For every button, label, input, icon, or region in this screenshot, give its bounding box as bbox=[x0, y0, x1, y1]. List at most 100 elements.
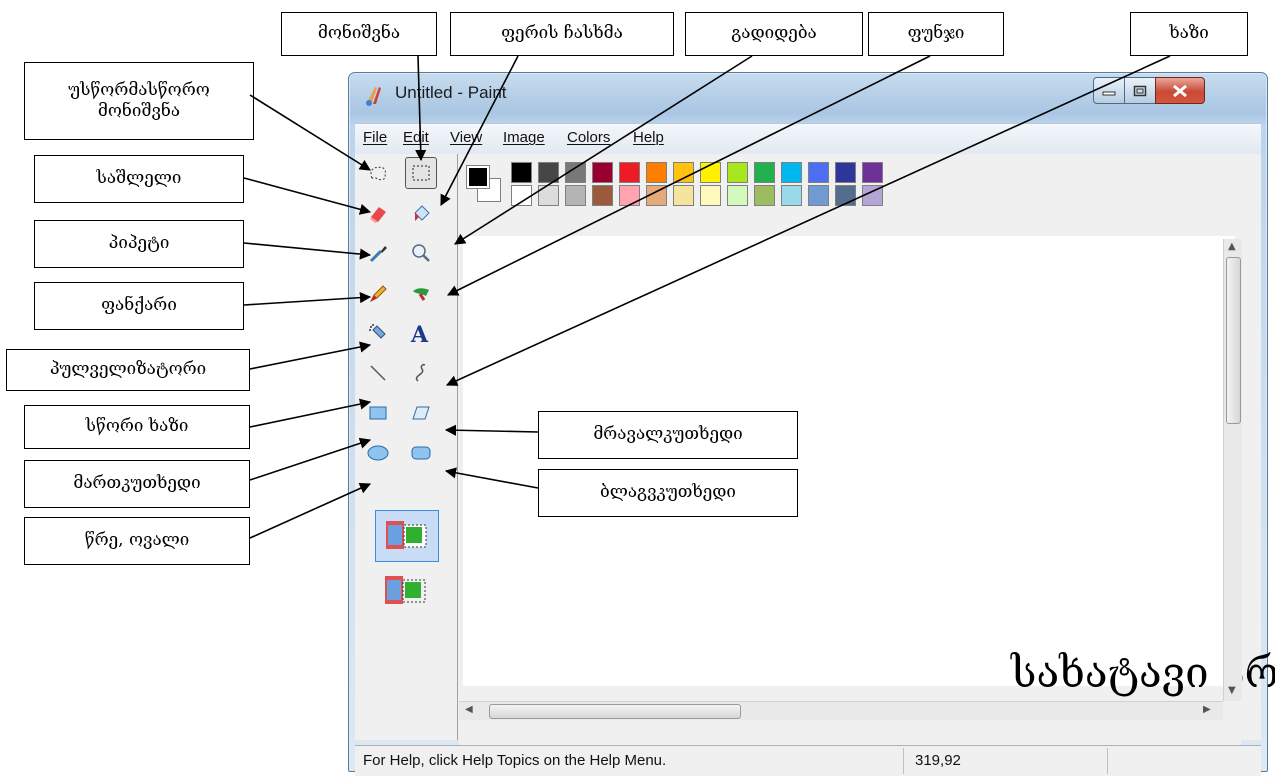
horizontal-scrollbar[interactable]: ◀ ▶ bbox=[459, 701, 1223, 720]
palette-swatch[interactable] bbox=[619, 162, 640, 183]
polygon-icon bbox=[412, 406, 430, 420]
callout-polygon: მრავალკუთხედი bbox=[538, 411, 798, 459]
palette-swatch[interactable] bbox=[673, 162, 694, 183]
rectangle-tool[interactable] bbox=[363, 398, 393, 428]
brush-tool[interactable] bbox=[406, 278, 436, 308]
callout-brush: ფუნჯი bbox=[868, 12, 1004, 56]
palette-swatch[interactable] bbox=[727, 185, 748, 206]
palette-swatch[interactable] bbox=[835, 185, 856, 206]
scroll-left-icon[interactable]: ◀ bbox=[465, 704, 473, 715]
callout-pencil: ფანქარი bbox=[34, 282, 244, 330]
palette-swatch[interactable] bbox=[592, 162, 613, 183]
palette-swatch[interactable] bbox=[511, 162, 532, 183]
callout-magnifier: გადიდება bbox=[685, 12, 863, 56]
palette-swatch[interactable] bbox=[565, 185, 586, 206]
pencil-icon bbox=[369, 285, 387, 303]
window-title: Untitled - Paint bbox=[395, 83, 507, 102]
palette-swatch[interactable] bbox=[754, 185, 775, 206]
ellipse-icon bbox=[367, 445, 389, 461]
vertical-scrollbar[interactable]: ▲ ▼ bbox=[1223, 239, 1242, 701]
close-icon bbox=[1173, 84, 1187, 97]
drawing-canvas[interactable]: სახატავი არე bbox=[463, 236, 1275, 697]
palette-swatch[interactable] bbox=[592, 185, 613, 206]
rounded-rectangle-tool[interactable] bbox=[406, 438, 436, 468]
foreground-color-swatch bbox=[466, 165, 490, 189]
palette-swatch[interactable] bbox=[700, 185, 721, 206]
callout-rectangle: მართკუთხედი bbox=[24, 460, 250, 508]
scroll-down-icon[interactable]: ▼ bbox=[1228, 685, 1236, 696]
callout-eraser: საშლელი bbox=[34, 155, 244, 203]
eraser-tool[interactable] bbox=[363, 198, 393, 228]
line-icon bbox=[370, 365, 386, 381]
free-select-tool[interactable] bbox=[363, 158, 393, 188]
pencil-tool[interactable] bbox=[363, 278, 393, 308]
callout-curve: ხაზი bbox=[1130, 12, 1248, 56]
polygon-tool[interactable] bbox=[406, 398, 436, 428]
vertical-scroll-thumb[interactable] bbox=[1226, 257, 1241, 424]
text-tool[interactable]: A bbox=[406, 318, 436, 348]
palette-swatch[interactable] bbox=[565, 162, 586, 183]
palette-swatch[interactable] bbox=[862, 185, 883, 206]
palette-swatch[interactable] bbox=[808, 185, 829, 206]
ellipse-tool[interactable] bbox=[363, 438, 393, 468]
line-tool[interactable] bbox=[363, 358, 393, 388]
palette-swatch[interactable] bbox=[835, 162, 856, 183]
magnifier-icon bbox=[412, 244, 430, 262]
svg-text:A: A bbox=[410, 322, 429, 345]
status-bar: For Help, click Help Topics on the Help … bbox=[355, 745, 1261, 776]
menu-edit[interactable]: Edit bbox=[403, 129, 429, 146]
current-colors[interactable] bbox=[463, 160, 503, 208]
text-icon: A bbox=[410, 322, 429, 345]
select-tool[interactable] bbox=[405, 157, 437, 189]
rounded-rectangle-icon bbox=[411, 446, 431, 460]
maximize-icon bbox=[1133, 85, 1147, 96]
palette-swatch[interactable] bbox=[781, 185, 802, 206]
paint-app-icon bbox=[366, 87, 381, 106]
horizontal-scroll-thumb[interactable] bbox=[489, 704, 741, 719]
maximize-button[interactable] bbox=[1124, 77, 1156, 104]
rectangle-icon bbox=[369, 406, 387, 420]
palette-swatch[interactable] bbox=[754, 162, 775, 183]
transparency-transparent-option[interactable] bbox=[375, 566, 437, 616]
palette-swatch[interactable] bbox=[781, 162, 802, 183]
palette-swatch[interactable] bbox=[646, 185, 667, 206]
scroll-right-icon[interactable]: ▶ bbox=[1203, 704, 1211, 715]
palette-swatch[interactable] bbox=[538, 162, 559, 183]
fill-tool[interactable] bbox=[406, 198, 436, 228]
scroll-up-icon[interactable]: ▲ bbox=[1228, 241, 1236, 252]
airbrush-icon bbox=[369, 324, 386, 339]
palette-swatch[interactable] bbox=[538, 185, 559, 206]
curve-tool[interactable] bbox=[406, 358, 436, 388]
menu-view[interactable]: View bbox=[450, 129, 482, 146]
palette-swatch[interactable] bbox=[673, 185, 694, 206]
palette-swatch[interactable] bbox=[727, 162, 748, 183]
palette-swatch[interactable] bbox=[646, 162, 667, 183]
curve-icon bbox=[415, 364, 426, 382]
status-help-text: For Help, click Help Topics on the Help … bbox=[363, 752, 667, 769]
color-picker-tool[interactable] bbox=[363, 238, 393, 268]
transparent-selection-icon bbox=[385, 576, 426, 604]
callout-free-select: უსწორმასწორო მონიშვნა bbox=[24, 62, 254, 140]
minimize-button[interactable] bbox=[1093, 77, 1125, 104]
transparency-opaque-option[interactable] bbox=[375, 510, 439, 562]
menu-colors[interactable]: Colors bbox=[567, 129, 610, 146]
menu-file[interactable]: File bbox=[363, 129, 387, 146]
main-area: A სახატავი არე ▲ ▼ ◀ ▶ For Help, click H… bbox=[355, 154, 1275, 776]
palette-swatch[interactable] bbox=[700, 162, 721, 183]
palette-swatch[interactable] bbox=[619, 185, 640, 206]
select-icon bbox=[412, 165, 430, 181]
menu-image[interactable]: Image bbox=[503, 129, 545, 146]
status-divider bbox=[903, 748, 904, 774]
menu-help[interactable]: Help bbox=[633, 129, 664, 146]
airbrush-tool[interactable] bbox=[363, 318, 393, 348]
close-button[interactable] bbox=[1155, 77, 1205, 104]
palette-swatch[interactable] bbox=[808, 162, 829, 183]
magnifier-tool[interactable] bbox=[406, 238, 436, 268]
callout-picker: პიპეტი bbox=[34, 220, 244, 268]
palette-swatch[interactable] bbox=[511, 185, 532, 206]
opaque-selection-icon bbox=[386, 521, 427, 549]
callout-rounded-rect: ბლაგვკუთხედი bbox=[538, 469, 798, 517]
eyedropper-icon bbox=[369, 246, 387, 263]
palette-swatch[interactable] bbox=[862, 162, 883, 183]
free-select-icon bbox=[370, 166, 386, 181]
